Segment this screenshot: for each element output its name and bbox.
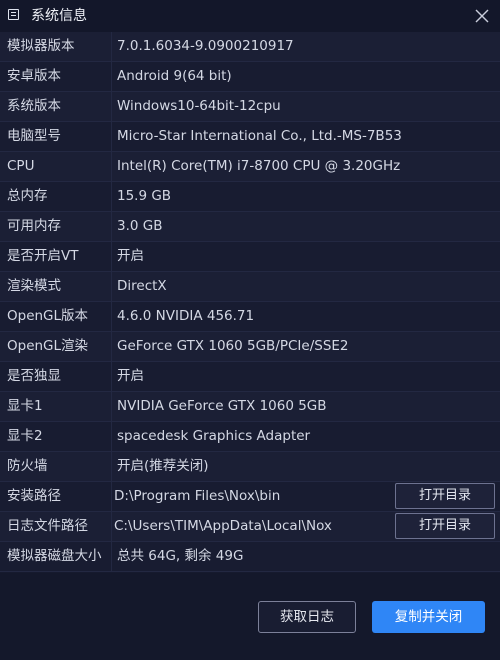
row-label: 可用内存 — [0, 212, 112, 241]
row-label: 防火墙 — [0, 452, 112, 481]
row-label: 是否独显 — [0, 362, 112, 391]
row-label: 是否开启VT — [0, 242, 112, 271]
table-row-firewall: 防火墙 开启(推荐关闭) — [0, 452, 500, 482]
row-label: 安装路径 — [0, 482, 112, 511]
row-value: Windows10-64bit-12cpu — [117, 98, 281, 114]
row-label: 电脑型号 — [0, 122, 112, 151]
system-info-dialog: 系统信息 模拟器版本 7.0.1.6034-9.0900210917 安卓版本 … — [0, 0, 500, 660]
table-row-discrete-gpu: 是否独显 开启 — [0, 362, 500, 392]
table-row-opengl-renderer: OpenGL渲染 GeForce GTX 1060 5GB/PCIe/SSE2 — [0, 332, 500, 362]
dialog-footer: 获取日志 复制并关闭 — [0, 573, 500, 660]
table-row-vt-enabled: 是否开启VT 开启 — [0, 242, 500, 272]
open-install-dir-button[interactable]: 打开目录 — [395, 483, 495, 509]
row-value: 开启 — [117, 368, 144, 384]
table-row-disk-size: 模拟器磁盘大小 总共 64G, 剩余 49G — [0, 542, 500, 572]
table-row-system-version: 系统版本 Windows10-64bit-12cpu — [0, 92, 500, 122]
row-value: 总共 64G, 剩余 49G — [117, 548, 244, 564]
row-value: 开启 — [117, 248, 144, 264]
row-label: 总内存 — [0, 182, 112, 211]
row-label: 显卡2 — [0, 422, 112, 451]
get-log-button[interactable]: 获取日志 — [258, 601, 356, 633]
install-path-value: D:\Program Files\Nox\bin — [114, 488, 281, 504]
dialog-title: 系统信息 — [31, 8, 87, 24]
table-row-emulator-version: 模拟器版本 7.0.1.6034-9.0900210917 — [0, 32, 500, 62]
row-value: 4.6.0 NVIDIA 456.71 — [117, 308, 255, 324]
table-row-available-memory: 可用内存 3.0 GB — [0, 212, 500, 242]
table-row-computer-model: 电脑型号 Micro-Star International Co., Ltd.-… — [0, 122, 500, 152]
table-row-opengl-version: OpenGL版本 4.6.0 NVIDIA 456.71 — [0, 302, 500, 332]
copy-and-close-button[interactable]: 复制并关闭 — [372, 601, 485, 633]
row-value: 15.9 GB — [117, 188, 172, 204]
table-row-android-version: 安卓版本 Android 9(64 bit) — [0, 62, 500, 92]
close-icon — [475, 9, 489, 23]
row-value: Intel(R) Core(TM) i7-8700 CPU @ 3.20GHz — [117, 158, 401, 174]
row-label: 安卓版本 — [0, 62, 112, 91]
table-row-install-path: 安装路径 D:\Program Files\Nox\bin 打开目录 — [0, 482, 500, 512]
row-value: DirectX — [117, 278, 167, 294]
row-label: 模拟器磁盘大小 — [0, 542, 112, 571]
open-log-dir-button[interactable]: 打开目录 — [395, 513, 495, 539]
row-value: 7.0.1.6034-9.0900210917 — [117, 38, 294, 54]
title-bar: 系统信息 — [0, 0, 500, 32]
row-value: GeForce GTX 1060 5GB/PCIe/SSE2 — [117, 338, 349, 354]
row-label: 渲染模式 — [0, 272, 112, 301]
row-label: 显卡1 — [0, 392, 112, 421]
table-row-total-memory: 总内存 15.9 GB — [0, 182, 500, 212]
row-value: 3.0 GB — [117, 218, 163, 234]
log-path-value: C:\Users\TIM\AppData\Local\Nox — [114, 518, 332, 534]
row-value: spacedesk Graphics Adapter — [117, 428, 311, 444]
info-table: 模拟器版本 7.0.1.6034-9.0900210917 安卓版本 Andro… — [0, 32, 500, 572]
table-row-render-mode: 渲染模式 DirectX — [0, 272, 500, 302]
row-value: 开启(推荐关闭) — [117, 458, 209, 474]
table-row-cpu: CPU Intel(R) Core(TM) i7-8700 CPU @ 3.20… — [0, 152, 500, 182]
row-value: Android 9(64 bit) — [117, 68, 232, 84]
close-button[interactable] — [470, 4, 494, 28]
row-value: NVIDIA GeForce GTX 1060 5GB — [117, 398, 327, 414]
table-row-gpu-1: 显卡1 NVIDIA GeForce GTX 1060 5GB — [0, 392, 500, 422]
row-label: OpenGL渲染 — [0, 332, 112, 361]
row-label: 模拟器版本 — [0, 32, 112, 61]
row-value: Micro-Star International Co., Ltd.-MS-7B… — [117, 128, 402, 144]
row-label: OpenGL版本 — [0, 302, 112, 331]
table-row-gpu-2: 显卡2 spacedesk Graphics Adapter — [0, 422, 500, 452]
info-window-icon — [8, 9, 19, 20]
row-label: 日志文件路径 — [0, 512, 112, 541]
table-row-log-path: 日志文件路径 C:\Users\TIM\AppData\Local\Nox 打开… — [0, 512, 500, 542]
row-label: 系统版本 — [0, 92, 112, 121]
row-label: CPU — [0, 152, 112, 181]
